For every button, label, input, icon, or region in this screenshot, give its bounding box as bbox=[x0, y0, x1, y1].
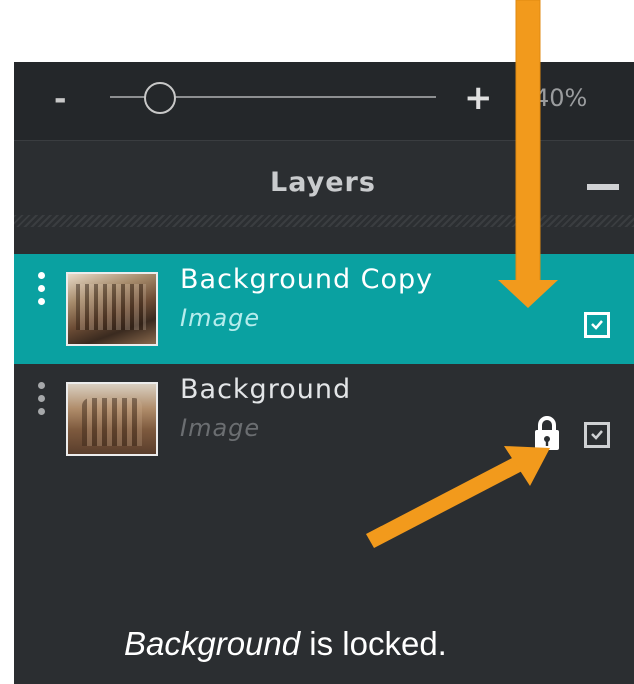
layer-thumbnail bbox=[66, 382, 158, 456]
drag-handle-icon[interactable] bbox=[38, 272, 46, 311]
layer-thumbnail bbox=[66, 272, 158, 346]
drag-handle-icon[interactable] bbox=[38, 382, 46, 421]
caption-emphasis: Background bbox=[124, 625, 301, 662]
caption-rest: is locked. bbox=[300, 625, 447, 662]
zoom-toolbar: - + 40% bbox=[14, 62, 634, 141]
zoom-out-button[interactable]: - bbox=[54, 82, 66, 117]
zoom-level-value[interactable]: 40% bbox=[534, 84, 587, 112]
zoom-in-button[interactable]: + bbox=[464, 78, 493, 118]
layers-header: Layers bbox=[14, 141, 634, 227]
layer-row-background[interactable]: Background Image bbox=[14, 364, 634, 474]
layers-sidebar: - + 40% Layers Background Copy Image Bac… bbox=[14, 62, 634, 684]
layer-name: Background bbox=[180, 374, 352, 405]
checkmark-icon bbox=[591, 320, 603, 330]
layer-name: Background Copy bbox=[180, 264, 434, 295]
layers-title: Layers bbox=[270, 167, 376, 198]
visibility-checkbox[interactable] bbox=[584, 312, 610, 338]
layer-type: Image bbox=[180, 414, 261, 442]
layer-type: Image bbox=[180, 304, 261, 332]
layer-row-background-copy[interactable]: Background Copy Image bbox=[14, 254, 634, 364]
checkmark-icon bbox=[591, 430, 603, 440]
visibility-checkbox[interactable] bbox=[584, 422, 610, 448]
zoom-slider-handle[interactable] bbox=[144, 82, 176, 114]
header-divider bbox=[14, 215, 634, 227]
lock-icon[interactable] bbox=[532, 414, 562, 452]
collapse-panel-button[interactable] bbox=[587, 184, 619, 190]
annotation-caption: Background is locked. bbox=[124, 625, 447, 663]
